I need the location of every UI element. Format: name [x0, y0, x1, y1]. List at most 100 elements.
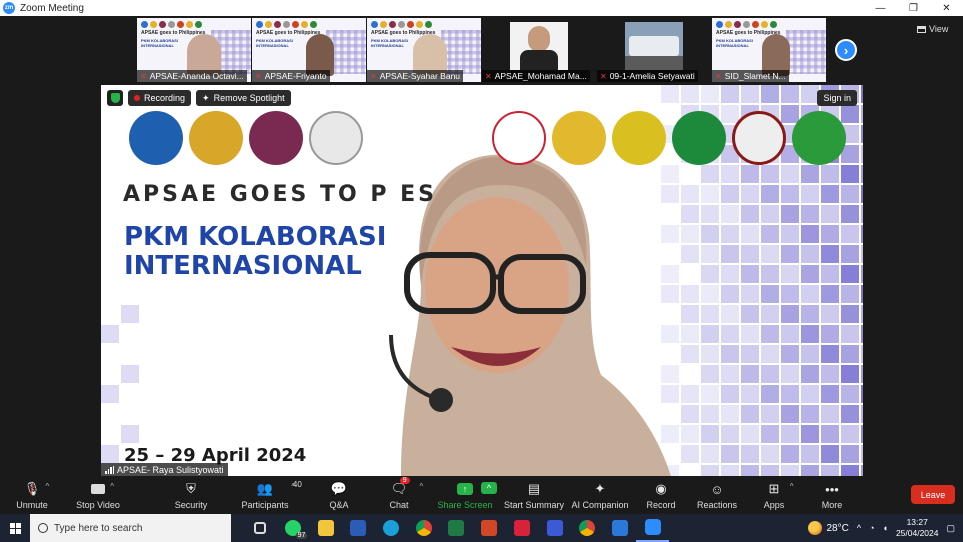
unmute-button[interactable]: 🎙 / ^ Unmute	[12, 477, 52, 513]
powerpoint-icon[interactable]	[473, 514, 506, 542]
start-summary-button[interactable]: ▤ Start Summary	[504, 477, 564, 513]
background-tile	[701, 265, 719, 283]
background-tile	[801, 345, 819, 363]
background-tile	[761, 85, 779, 103]
view-layout-icon	[917, 25, 926, 33]
security-button[interactable]: ⛨ Security	[170, 477, 212, 513]
file-explorer-icon[interactable]	[309, 514, 342, 542]
app-icon[interactable]	[506, 514, 539, 542]
record-button[interactable]: ◉ Record	[644, 477, 678, 513]
sparkle-icon: ✦	[594, 481, 606, 496]
participant-tile[interactable]: APSAE goes to Philippines PKM KOLABORASI…	[137, 18, 251, 82]
background-tile	[741, 205, 759, 223]
notifications-icon[interactable]: ▢	[946, 523, 955, 534]
background-tile	[841, 325, 859, 343]
background-tile	[121, 425, 139, 443]
minimize-button[interactable]: —	[864, 0, 897, 16]
taskbar-search[interactable]: Type here to search	[30, 514, 231, 542]
background-tile	[861, 185, 863, 203]
background-tile	[661, 365, 679, 383]
share-screen-button[interactable]: ↑ ^ Share Screen	[437, 477, 497, 513]
background-tile	[761, 345, 779, 363]
background-tile	[681, 345, 699, 363]
slide-logos-left	[129, 111, 363, 165]
speaker-video: Recording ✦ Remove Spotlight Sign in APSA…	[101, 85, 863, 476]
remove-spotlight-button[interactable]: ✦ Remove Spotlight	[196, 90, 291, 106]
background-tile	[681, 225, 699, 243]
background-tile	[721, 385, 739, 403]
participant-name: ✕ APSAE-Friyanto	[252, 70, 330, 82]
participants-button[interactable]: 👥 40 ^ Participants	[240, 477, 301, 513]
volume-icon[interactable]: ◖	[883, 523, 888, 533]
background-tile	[741, 85, 759, 103]
background-tile	[761, 185, 779, 203]
chrome-icon[interactable]	[407, 514, 440, 542]
chevron-up-icon: ^	[419, 482, 424, 491]
weather-widget[interactable]: 28°C	[808, 521, 849, 535]
next-page-button[interactable]: ›	[835, 39, 857, 61]
task-view-icon[interactable]	[244, 514, 277, 542]
view-button[interactable]: View	[917, 24, 948, 34]
qa-icon: 💬	[330, 481, 348, 496]
chevron-up-icon[interactable]: ^	[857, 523, 861, 533]
background-tile	[701, 305, 719, 323]
edge-icon[interactable]	[375, 514, 408, 542]
university-logo-icon	[732, 111, 786, 165]
background-tile	[681, 405, 699, 423]
network-icon[interactable]: ◔	[869, 523, 874, 533]
start-button[interactable]	[0, 514, 30, 542]
tutwuri-logo-icon	[129, 111, 183, 165]
participant-tile[interactable]: APSAE goes to Philippines PKM KOLABORASI…	[712, 18, 826, 82]
app-icon[interactable]	[538, 514, 571, 542]
zoom-taskbar-icon[interactable]	[636, 514, 669, 542]
apps-button[interactable]: ⊞ ^ Apps	[760, 477, 794, 513]
background-tile	[661, 165, 679, 183]
background-tile	[821, 425, 839, 443]
slide-title: PKM KOLABORASI INTERNASIONAL	[124, 222, 387, 281]
participant-tile[interactable]: ✕ APSAE_Mohamad Ma...	[482, 18, 596, 82]
qa-button[interactable]: 💬 Q&A	[322, 477, 356, 513]
background-tile	[801, 205, 819, 223]
sign-in-button[interactable]: Sign in	[817, 90, 857, 106]
more-button[interactable]: ••• More	[818, 477, 846, 513]
chat-button[interactable]: 🗨 9 ^ Chat	[382, 477, 423, 513]
zoom-logo-icon: zm	[3, 2, 15, 14]
background-tile	[701, 245, 719, 263]
more-dots-icon: •••	[825, 481, 839, 497]
whatsapp-icon[interactable]: 97	[277, 514, 310, 542]
mic-muted-icon: ✕	[140, 71, 147, 81]
window-title: Zoom Meeting	[20, 2, 84, 14]
background-tile	[821, 445, 839, 463]
background-tile	[721, 365, 739, 383]
word-icon[interactable]	[342, 514, 375, 542]
app-icon[interactable]	[604, 514, 637, 542]
stop-video-button[interactable]: ^ Stop Video	[74, 477, 122, 513]
meeting-toolbar: 🎙 / ^ Unmute ^ Stop Video ⛨ Security 👥 40 ^ …	[0, 477, 963, 513]
close-button[interactable]: ✕	[930, 0, 963, 16]
background-tile	[861, 145, 863, 163]
restore-button[interactable]: ❐	[897, 0, 930, 16]
video-camera-icon: ^	[91, 480, 114, 498]
excel-icon[interactable]	[440, 514, 473, 542]
background-tile	[781, 205, 799, 223]
background-tile	[781, 345, 799, 363]
background-tile	[861, 205, 863, 223]
leave-button[interactable]: Leave	[911, 485, 955, 504]
chrome-icon[interactable]	[571, 514, 604, 542]
recording-indicator[interactable]: Recording	[128, 90, 192, 106]
background-tile	[841, 305, 859, 323]
participant-tile[interactable]: APSAE goes to Philippines PKM KOLABORASI…	[252, 18, 366, 82]
encryption-shield-icon[interactable]	[107, 90, 123, 106]
background-tile	[701, 365, 719, 383]
background-tile	[701, 205, 719, 223]
clock[interactable]: 13:27 25/04/2024	[896, 517, 939, 539]
participant-tile[interactable]: APSAE goes to Philippines PKM KOLABORASI…	[367, 18, 481, 82]
ai-companion-button[interactable]: ✦ AI Companion	[571, 477, 628, 513]
participant-tile[interactable]: ✕ 09-1-Amelia Setyawati	[597, 18, 711, 82]
background-tile	[801, 465, 819, 476]
background-tile	[841, 205, 859, 223]
reactions-button[interactable]: ☺ Reactions	[696, 477, 738, 513]
mic-muted-icon: ✕	[370, 71, 377, 81]
background-tile	[861, 385, 863, 403]
background-tile	[741, 445, 759, 463]
